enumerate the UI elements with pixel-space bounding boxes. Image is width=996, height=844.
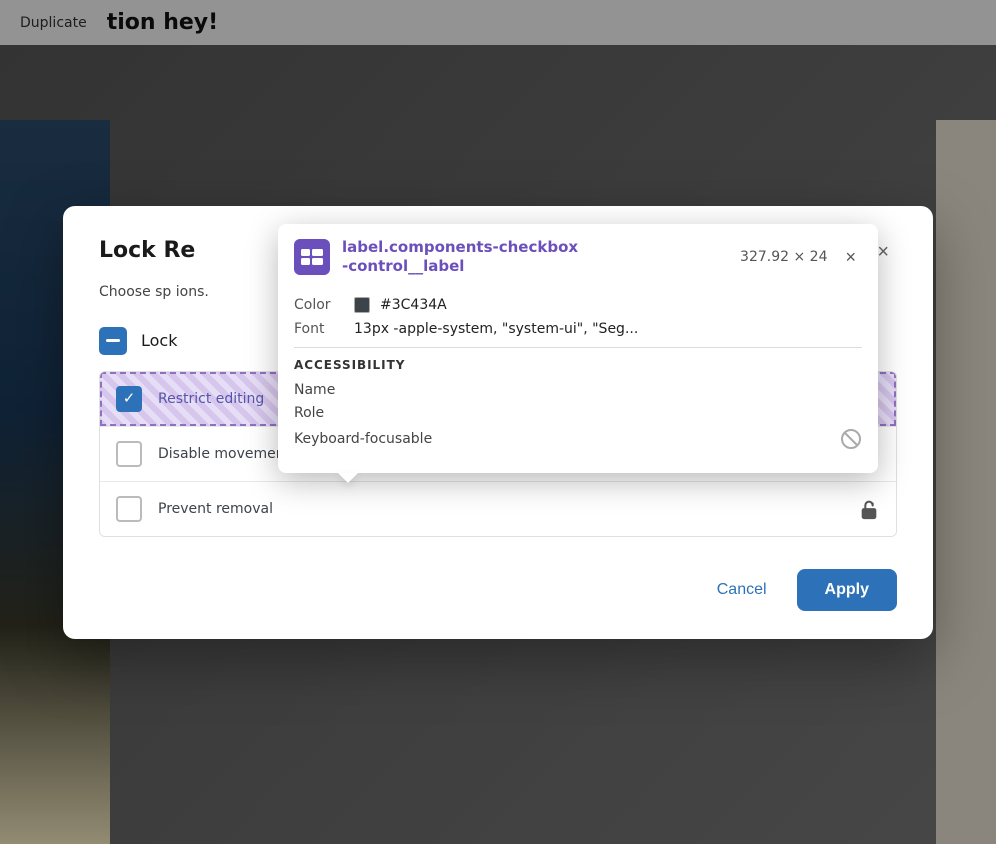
inspector-color-row: Color #3C434A bbox=[294, 297, 862, 313]
apply-button[interactable]: Apply bbox=[797, 569, 897, 611]
disable-movement-checkbox[interactable] bbox=[116, 441, 142, 467]
modal-overlay: label.components-checkbox -control__labe… bbox=[0, 0, 996, 844]
restrict-editing-checkbox[interactable] bbox=[116, 386, 142, 412]
inspector-color-label: Color bbox=[294, 297, 344, 313]
inspector-color-value: #3C434A bbox=[380, 297, 447, 313]
inspector-accessibility-keyboard-row: Keyboard-focusable bbox=[294, 428, 862, 450]
indeterminate-line bbox=[106, 339, 120, 342]
inspector-dimensions: 327.92 × 24 bbox=[740, 249, 827, 265]
prevent-removal-checkbox[interactable] bbox=[116, 496, 142, 522]
cancel-button[interactable]: Cancel bbox=[699, 571, 785, 609]
inspector-accessibility-title: ACCESSIBILITY bbox=[294, 358, 862, 372]
blocked-icon bbox=[840, 428, 862, 450]
inspector-accessibility-role-row: Role bbox=[294, 405, 862, 421]
inspector-font-row: Font 13px -apple-system, "system-ui", "S… bbox=[294, 321, 862, 337]
lock-row-label: Lock bbox=[141, 331, 177, 350]
inspector-element-name: label.components-checkbox -control__labe… bbox=[342, 238, 728, 277]
inspector-popup: label.components-checkbox -control__labe… bbox=[278, 224, 878, 473]
inspector-divider bbox=[294, 347, 862, 348]
inspector-body: Color #3C434A Font 13px -apple-system, "… bbox=[278, 287, 878, 473]
inspector-header: label.components-checkbox -control__labe… bbox=[278, 224, 878, 287]
inspector-close-button[interactable]: × bbox=[839, 245, 862, 270]
inspector-accessibility-keyboard-label: Keyboard-focusable bbox=[294, 431, 432, 447]
prevent-removal-row: Prevent removal bbox=[100, 481, 896, 536]
inspector-font-value: 13px -apple-system, "system-ui", "Seg... bbox=[354, 321, 638, 337]
inspector-accessibility-role-label: Role bbox=[294, 405, 324, 421]
inspector-accessibility-name-row: Name bbox=[294, 382, 862, 398]
inspector-color-swatch bbox=[354, 297, 370, 313]
modal-footer: Cancel Apply bbox=[99, 569, 897, 611]
inspector-element-icon bbox=[294, 239, 330, 275]
prevent-removal-lock-icon bbox=[858, 498, 880, 520]
modal-title: Lock Re bbox=[99, 238, 195, 263]
indeterminate-checkbox[interactable] bbox=[99, 327, 127, 355]
lock-modal: label.components-checkbox -control__labe… bbox=[63, 206, 933, 639]
inspector-accessibility-name-label: Name bbox=[294, 382, 335, 398]
inspector-font-label: Font bbox=[294, 321, 344, 337]
prevent-removal-label: Prevent removal bbox=[158, 501, 842, 517]
